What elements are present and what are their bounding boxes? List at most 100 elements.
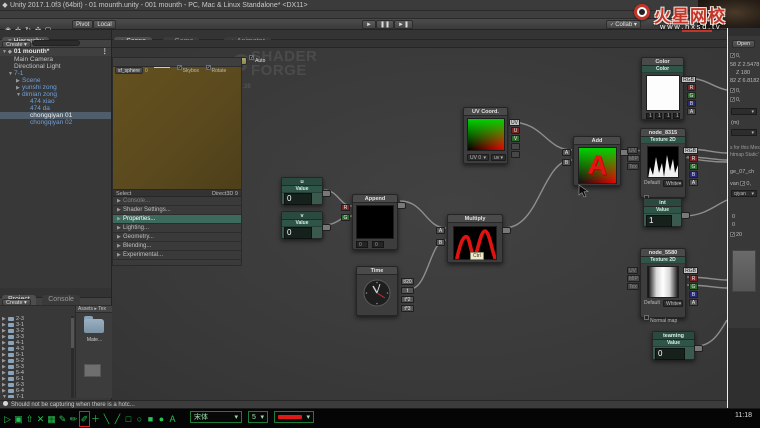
tex1-input-mip[interactable]: MIP [627, 155, 640, 162]
select-label[interactable]: Select [116, 190, 131, 196]
tex2-input-tex[interactable]: Tex [627, 283, 639, 290]
time-output-t[interactable]: t [401, 287, 414, 294]
inspector-dropdown[interactable]: ▾ [731, 129, 757, 136]
open-button[interactable]: Open [732, 40, 755, 48]
color-a-field[interactable]: 1 [673, 113, 680, 119]
skybox-checkbox[interactable]: ✓ [177, 65, 182, 70]
v-output-port[interactable] [322, 224, 331, 231]
project-breadcrumb[interactable]: Assets ▸ Tex [76, 306, 112, 313]
annot-ellipse-icon[interactable]: ○ [134, 411, 145, 427]
color-g-field[interactable]: 1 [655, 113, 662, 119]
inspector-dropdown[interactable]: ▾ [731, 108, 757, 115]
uv-output-u[interactable]: U [511, 127, 520, 134]
tex1-output-g[interactable]: G [689, 163, 698, 170]
transform-z-value[interactable]: 58 Z 2.5478 [730, 61, 759, 69]
tex2-input-mip[interactable]: MIP [627, 275, 640, 282]
hierarchy-item[interactable]: ▼7-1 [0, 70, 111, 77]
inspector-object-field[interactable]: ge_07_ch [730, 168, 754, 176]
tex2-output-a[interactable]: A [689, 299, 698, 306]
multiply-input-b[interactable]: B [436, 239, 445, 246]
color-b-field[interactable]: 1 [664, 113, 671, 119]
dots-icon[interactable]: ⋮ [102, 48, 109, 56]
annot-plus-icon[interactable]: ＋ [90, 411, 101, 427]
time-output-t2[interactable]: t*2 [401, 296, 414, 303]
add-input-a[interactable]: A [562, 149, 571, 156]
inspector-dropdown[interactable]: qiyan▾ [731, 190, 757, 197]
asset-thumbnail[interactable] [84, 364, 101, 377]
color-output-b[interactable]: B [687, 100, 696, 107]
append-field-1[interactable]: 0 [356, 241, 368, 248]
time-output-t3[interactable]: t*3 [401, 305, 414, 312]
annot-erase-icon[interactable]: ✕ [35, 411, 46, 427]
rotate-checkbox[interactable]: ✓ [206, 65, 211, 70]
annot-fillcircle-icon[interactable]: ● [156, 411, 167, 427]
inspector-checkbox[interactable]: ✓ [740, 181, 745, 186]
inspector-checkbox[interactable]: ✓ [730, 97, 735, 102]
local-toggle[interactable]: Local [93, 20, 115, 29]
node-append[interactable]: Append R G 0 0 [352, 194, 398, 250]
tex1-default-dropdown[interactable]: White▾ [663, 180, 683, 187]
section-experimental[interactable]: ▶Experimental... [113, 251, 241, 260]
tex2-output-g[interactable]: G [689, 283, 698, 290]
uv-output-v[interactable]: V [511, 135, 520, 142]
color-output-a[interactable]: A [687, 108, 696, 115]
node-add[interactable]: Add A B A [573, 136, 621, 186]
tex2-output-r[interactable]: R [689, 275, 698, 282]
tex1-output-b[interactable]: B [689, 171, 698, 178]
annot-line-icon[interactable]: ╲ [101, 411, 112, 427]
node-multiply[interactable]: Multiply A B Ctrl [447, 214, 503, 263]
step-button[interactable]: ►❚ [394, 20, 413, 29]
annot-rect-icon[interactable]: □ [123, 411, 134, 427]
annot-text-icon[interactable]: A [167, 411, 178, 427]
node-u-value[interactable]: u Value 0 [281, 177, 323, 205]
project-create-button[interactable]: Create ▾ [2, 299, 31, 306]
uv-mode-dropdown[interactable]: uv▾ [491, 154, 506, 161]
shader-forge-canvas[interactable]: S SHADER FORGE v1.38 Return to menuSetti… [112, 48, 727, 400]
int-value-field[interactable]: 1 [646, 215, 672, 227]
uv-output-uv[interactable]: UV [509, 119, 520, 126]
status-bar[interactable]: Should not be capturing when there is a … [0, 400, 727, 408]
v-value-field[interactable]: 0 [284, 227, 312, 239]
tex2-normal-map-checkbox[interactable] [644, 315, 649, 320]
hierarchy-create-button[interactable]: Create ▾ [2, 41, 31, 48]
annot-pen-icon[interactable]: ✏ [68, 411, 79, 427]
section-blending[interactable]: ▶Blending... [113, 242, 241, 251]
annot-pointer-icon[interactable]: ▷ [2, 411, 13, 427]
project-scrollbar[interactable] [71, 316, 74, 398]
append-input-r[interactable]: R [341, 204, 350, 211]
tex2-output-b[interactable]: B [689, 291, 698, 298]
annot-grid-icon[interactable]: ▦ [46, 411, 57, 427]
annot-pencil-icon[interactable]: ✎ [57, 411, 68, 427]
play-button[interactable]: ► [362, 20, 376, 29]
section-shader-settings[interactable]: ▶Shader Settings... [113, 206, 241, 215]
inspector-checkbox[interactable]: ✓ [730, 53, 735, 58]
annot-board-icon[interactable]: ▣ [13, 411, 24, 427]
transform-z-value[interactable]: 82 Z 6.8182 [730, 77, 759, 85]
section-geometry[interactable]: ▶Geometry... [113, 233, 241, 242]
tex1-input-tex[interactable]: Tex [627, 163, 639, 170]
color-r-field[interactable]: 1 [646, 113, 653, 119]
tex2-default-dropdown[interactable]: White▾ [663, 300, 683, 307]
node-color[interactable]: Color Color RGB R G B A 1 1 1 1 [641, 57, 684, 120]
annot-font-dropdown[interactable]: 宋体▾ [190, 411, 242, 423]
node-int-value[interactable]: int Value 1 [643, 198, 682, 227]
hierarchy-item[interactable]: chongqiyan 02 [0, 119, 111, 126]
u-output-port[interactable] [322, 190, 331, 197]
section-console[interactable]: ▶Console... [113, 197, 241, 206]
hierarchy-item[interactable]: Directional Light [0, 63, 111, 70]
teaming-output-port[interactable] [694, 345, 703, 352]
tex1-input-uv[interactable]: UV [627, 147, 638, 154]
hierarchy-search-input[interactable] [32, 40, 80, 46]
node-v-value[interactable]: v Value 0 [281, 211, 323, 239]
section-lighting[interactable]: ▶Lighting... [113, 224, 241, 233]
pivot-toggle[interactable]: Pivot [72, 20, 93, 29]
time-output-t20[interactable]: t/20 [401, 278, 414, 285]
node-time[interactable]: Time t/20 t t*2 t*3 [356, 266, 398, 316]
annot-size-dropdown[interactable]: 5▾ [248, 411, 268, 423]
multiply-input-a[interactable]: A [436, 227, 445, 234]
pause-button[interactable]: ❚❚ [376, 20, 394, 29]
shader-preview[interactable] [113, 67, 241, 189]
multiply-output-port[interactable] [502, 227, 511, 234]
preview-slider[interactable] [154, 67, 170, 68]
tex2-input-uv[interactable]: UV [627, 267, 638, 274]
